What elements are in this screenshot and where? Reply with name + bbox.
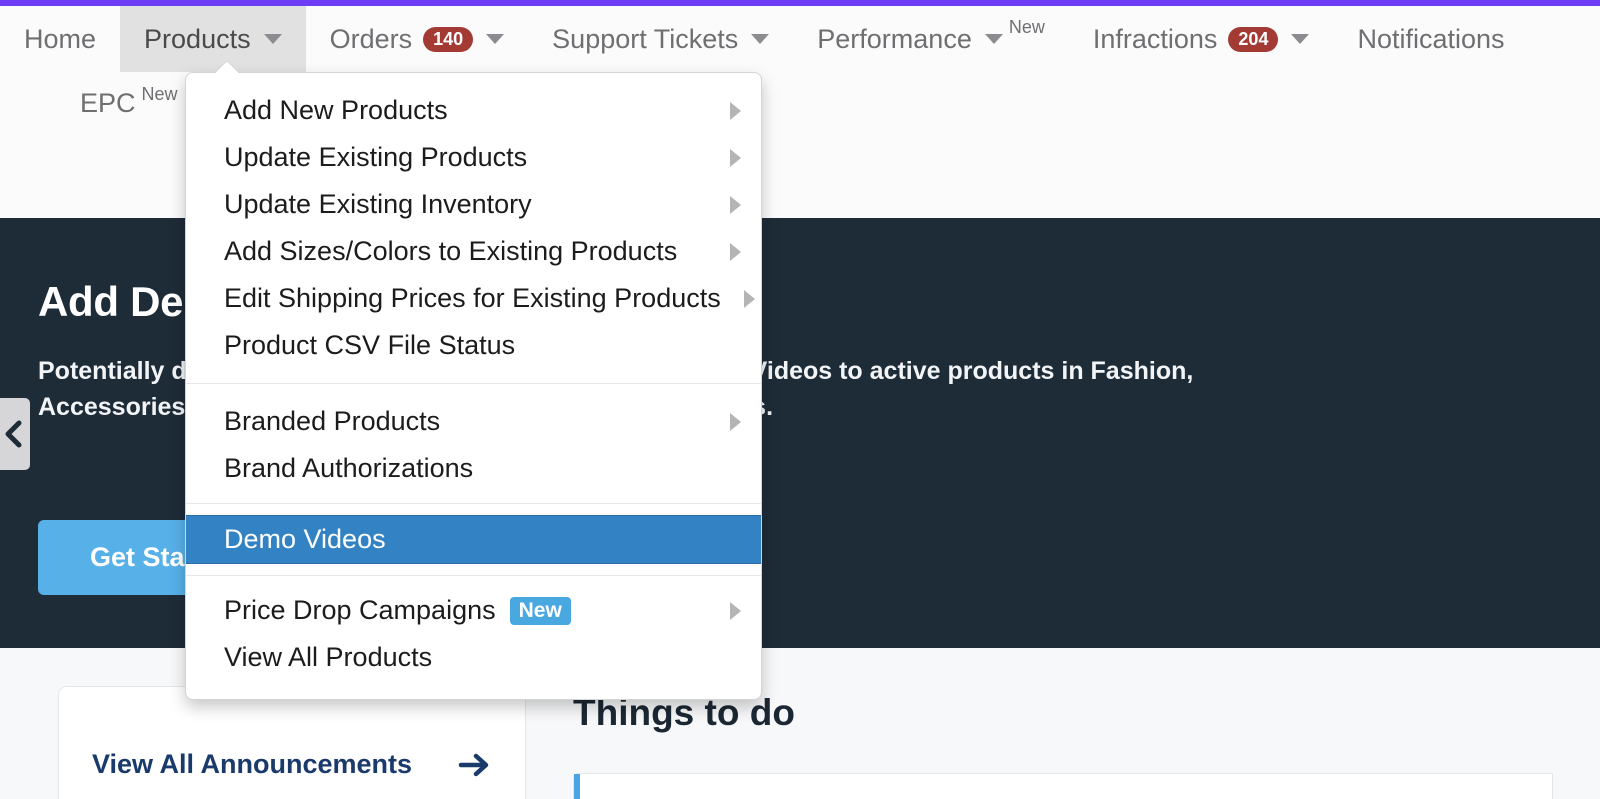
menu-item-label: Add Sizes/Colors to Existing Products bbox=[224, 236, 678, 266]
things-to-do-list bbox=[573, 773, 1553, 799]
nav-item-epc[interactable]: EPC New bbox=[80, 84, 178, 119]
chevron-down-icon bbox=[1291, 34, 1310, 44]
nav-item-notifications[interactable]: Notifications bbox=[1333, 6, 1528, 72]
menu-item-add-sizes-colors[interactable]: Add Sizes/Colors to Existing Products bbox=[186, 228, 761, 275]
menu-item-label: Product CSV File Status bbox=[224, 330, 516, 360]
new-tag-badge: New bbox=[509, 596, 571, 625]
carousel-prev-button[interactable] bbox=[0, 398, 30, 470]
menu-item-product-csv-file-status[interactable]: Product CSV File Status bbox=[186, 322, 761, 369]
orders-count-badge: 140 bbox=[423, 26, 474, 52]
arrow-right-icon bbox=[458, 753, 489, 776]
menu-separator bbox=[186, 503, 761, 504]
chevron-right-icon bbox=[730, 412, 741, 431]
menu-item-brand-authorizations[interactable]: Brand Authorizations bbox=[186, 445, 761, 492]
nav-item-home[interactable]: Home bbox=[0, 6, 120, 72]
epc-new-superscript: New bbox=[141, 83, 178, 104]
menu-item-update-existing-products[interactable]: Update Existing Products bbox=[186, 134, 761, 181]
nav-item-orders[interactable]: Orders 140 bbox=[306, 6, 529, 72]
menu-item-label: Update Existing Inventory bbox=[224, 189, 532, 219]
app-root: Home Products Orders 140 Support Tickets… bbox=[0, 0, 1600, 799]
nav-item-performance[interactable]: Performance New bbox=[793, 6, 1069, 72]
menu-item-label: Demo Videos bbox=[224, 524, 386, 554]
top-accent-bar bbox=[0, 0, 1600, 6]
chevron-right-icon bbox=[730, 195, 741, 214]
menu-separator bbox=[186, 575, 761, 576]
chevron-down-icon bbox=[263, 34, 282, 44]
nav-item-infractions[interactable]: Infractions 204 bbox=[1069, 6, 1334, 72]
announcements-card: View All Announcements bbox=[58, 686, 526, 799]
view-all-announcements-link[interactable]: View All Announcements bbox=[92, 749, 492, 780]
menu-item-label: Brand Authorizations bbox=[224, 453, 474, 483]
chevron-left-icon bbox=[5, 420, 22, 448]
menu-item-demo-videos[interactable]: Demo Videos bbox=[186, 515, 761, 564]
chevron-right-icon bbox=[730, 242, 741, 261]
dropdown-pointer-arrow bbox=[214, 60, 240, 73]
menu-bottom-padding bbox=[186, 681, 761, 699]
chevron-right-icon bbox=[730, 148, 741, 167]
nav-label: Infractions bbox=[1092, 23, 1218, 54]
menu-item-label: Edit Shipping Prices for Existing Produc… bbox=[224, 283, 721, 313]
chevron-down-icon bbox=[751, 34, 770, 44]
menu-item-label: Update Existing Products bbox=[224, 142, 528, 172]
chevron-right-icon bbox=[730, 601, 741, 620]
menu-item-update-existing-inventory[interactable]: Update Existing Inventory bbox=[186, 181, 761, 228]
menu-item-label: View All Products bbox=[224, 642, 433, 672]
infractions-count-badge: 204 bbox=[1228, 26, 1279, 52]
secondary-nav: EPC New bbox=[0, 72, 178, 134]
nav-item-support-tickets[interactable]: Support Tickets bbox=[528, 6, 793, 72]
nav-label: Home bbox=[24, 23, 97, 54]
chevron-down-icon bbox=[984, 34, 1003, 44]
menu-item-edit-shipping-prices[interactable]: Edit Shipping Prices for Existing Produc… bbox=[186, 275, 761, 322]
view-all-announcements-label: View All Announcements bbox=[92, 749, 413, 779]
menu-item-view-all-products[interactable]: View All Products bbox=[186, 634, 761, 681]
nav-label: Products bbox=[144, 23, 251, 54]
menu-item-label: Price Drop Campaigns bbox=[224, 595, 496, 625]
nav-label: Performance bbox=[817, 23, 972, 54]
nav-item-products[interactable]: Products bbox=[120, 6, 306, 72]
performance-new-superscript: New bbox=[1008, 16, 1045, 37]
menu-item-branded-products[interactable]: Branded Products bbox=[186, 398, 761, 445]
menu-item-add-new-products[interactable]: Add New Products bbox=[186, 87, 761, 134]
nav-label: Orders bbox=[329, 23, 413, 54]
nav-label: Support Tickets bbox=[552, 23, 739, 54]
menu-separator bbox=[186, 383, 761, 384]
chevron-right-icon bbox=[744, 289, 755, 308]
chevron-down-icon bbox=[486, 34, 505, 44]
menu-item-label: Add New Products bbox=[224, 95, 448, 125]
products-dropdown-menu: Add New Products Update Existing Product… bbox=[185, 72, 762, 700]
chevron-right-icon bbox=[730, 101, 741, 120]
menu-item-price-drop-campaigns[interactable]: Price Drop Campaigns New bbox=[186, 587, 761, 634]
nav-label: EPC bbox=[80, 87, 136, 118]
nav-label: Notifications bbox=[1357, 23, 1505, 54]
menu-item-label: Branded Products bbox=[224, 406, 441, 436]
